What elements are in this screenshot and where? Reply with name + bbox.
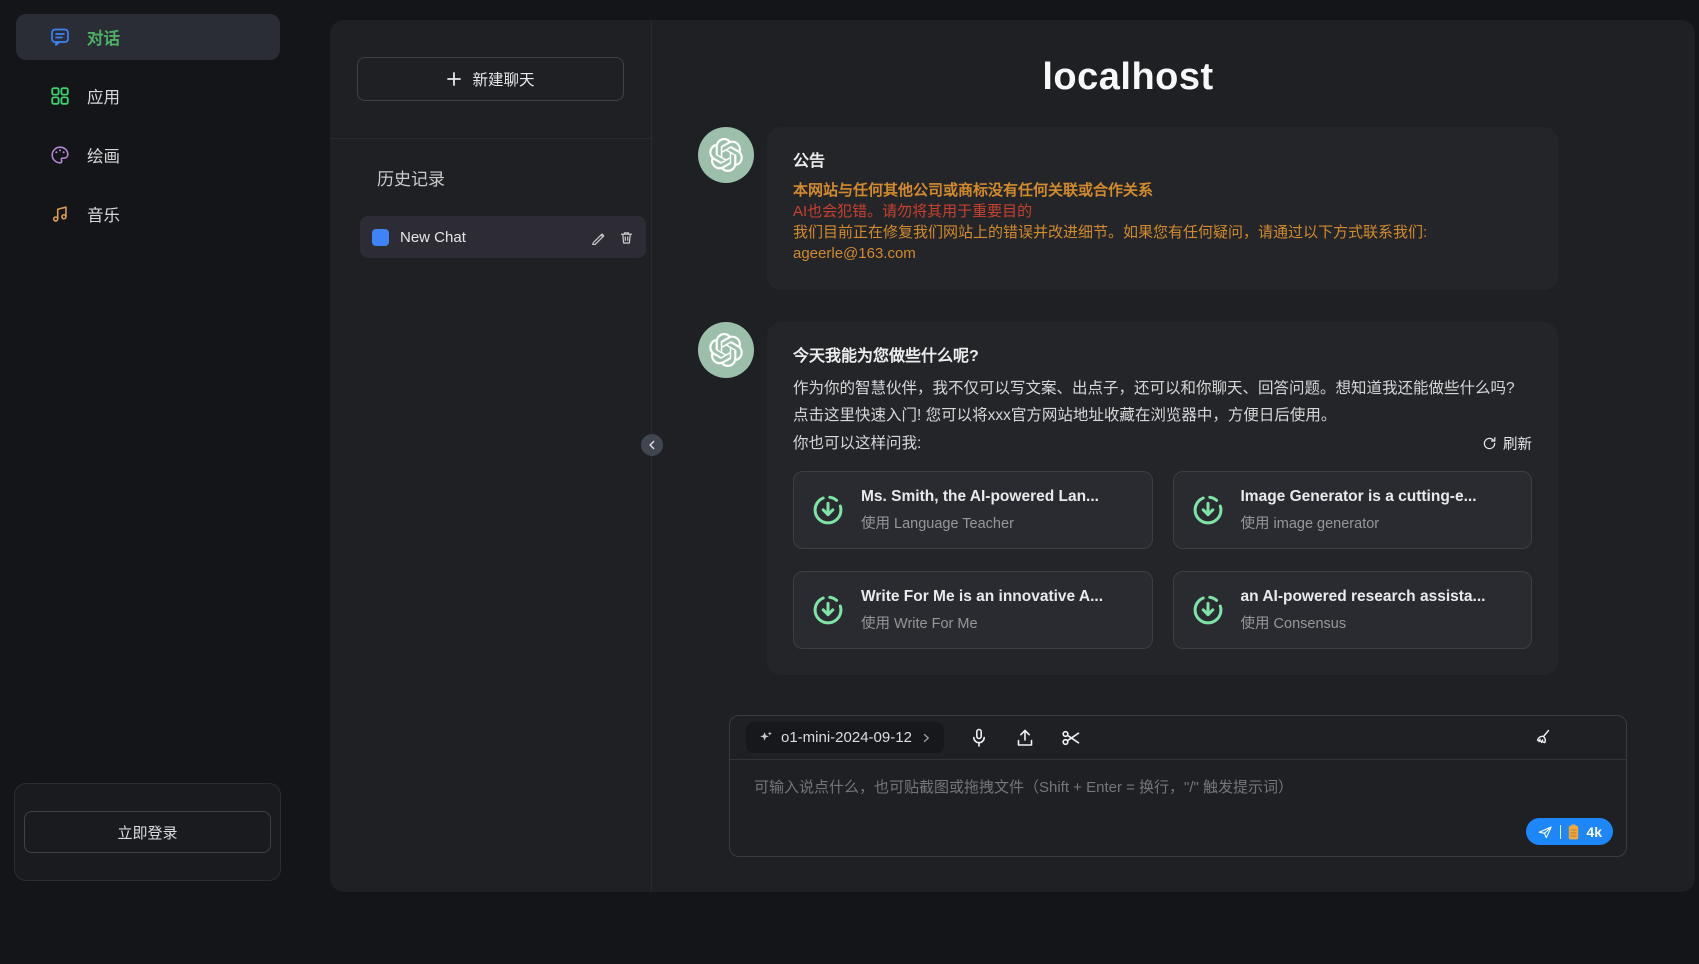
suggestion-subtitle: 使用 Consensus: [1241, 612, 1486, 633]
announcement-heading: 公告: [793, 147, 1532, 171]
model-label: o1-mini-2024-09-12: [781, 729, 912, 746]
sidebar-item-chat[interactable]: 对话: [16, 14, 280, 60]
openai-avatar: [698, 322, 754, 378]
composer-toolbar: o1-mini-2024-09-12: [730, 716, 1626, 760]
openai-avatar: [698, 127, 754, 183]
login-panel: 立即登录: [14, 783, 281, 881]
sparkle-icon: [758, 730, 773, 745]
circle-download-icon: [1190, 492, 1226, 528]
circle-download-icon: [810, 592, 846, 628]
divider: [330, 138, 651, 139]
welcome-body: 作为你的智慧伙伴，我不仅可以写文案、出点子，还可以和你聊天、回答问题。想知道我还…: [793, 375, 1532, 429]
suggestion-text: Image Generator is a cutting-e... 使用 ima…: [1241, 488, 1477, 533]
chat-item-actions: [591, 230, 634, 245]
suggestion-text: an AI-powered research assista... 使用 Con…: [1241, 588, 1486, 633]
sidebar-item-apps[interactable]: 应用: [16, 73, 280, 119]
suggestion-title: Image Generator is a cutting-e...: [1241, 488, 1477, 506]
music-note-icon: [49, 203, 71, 225]
message-input[interactable]: [730, 760, 1626, 822]
battery-icon: [1568, 824, 1579, 840]
circle-download-icon: [1190, 592, 1226, 628]
announcement-line: 本网站与任何其他公司或商标没有任何关联或合作关系: [793, 180, 1532, 201]
composer: o1-mini-2024-09-12: [729, 715, 1627, 857]
chevron-left-icon: [645, 438, 659, 452]
suggestion-subtitle: 使用 Language Teacher: [861, 512, 1099, 533]
collapse-panel-button[interactable]: [641, 434, 663, 456]
token-badge: 4k: [1586, 824, 1602, 840]
edit-icon[interactable]: [591, 230, 606, 245]
chat-bubble-icon: [49, 26, 71, 48]
announcement-email: ageerle@163.com: [793, 243, 1532, 264]
send-divider: [1560, 825, 1562, 839]
history-title: 历史记录: [377, 165, 624, 190]
sidebar-item-label: 绘画: [87, 143, 120, 167]
welcome-heading: 今天我能为您做些什么呢?: [793, 342, 1532, 366]
refresh-suggestions-button[interactable]: 刷新: [1482, 433, 1532, 454]
suggestion-card[interactable]: Image Generator is a cutting-e... 使用 ima…: [1173, 471, 1533, 549]
sidebar-item-drawing[interactable]: 绘画: [16, 132, 280, 178]
microphone-button[interactable]: [968, 727, 990, 749]
send-button[interactable]: 4k: [1526, 818, 1613, 845]
suggestion-card[interactable]: Ms. Smith, the AI-powered Lan... 使用 Lang…: [793, 471, 1153, 549]
model-selector[interactable]: o1-mini-2024-09-12: [746, 722, 944, 753]
hint-row: 你也可以这样问我: 刷新: [793, 430, 1532, 457]
suggestion-title: Ms. Smith, the AI-powered Lan...: [861, 488, 1099, 506]
sidebar-item-music[interactable]: 音乐: [16, 191, 280, 237]
refresh-icon: [1482, 436, 1497, 451]
sidebar-item-label: 音乐: [87, 202, 120, 226]
welcome-bubble: 今天我能为您做些什么呢? 作为你的智慧伙伴，我不仅可以写文案、出点子，还可以和你…: [767, 322, 1558, 675]
suggestion-text: Write For Me is an innovative A... 使用 Wr…: [861, 588, 1103, 633]
delete-icon[interactable]: [619, 230, 634, 245]
refresh-label: 刷新: [1503, 433, 1532, 454]
clear-broom-button[interactable]: [1532, 727, 1554, 749]
chat-item-icon: [372, 229, 389, 246]
sidebar-item-label: 应用: [87, 84, 120, 108]
grid-icon: [49, 85, 71, 107]
circle-download-icon: [810, 492, 846, 528]
chat-list-item[interactable]: New Chat: [360, 216, 646, 258]
suggestion-title: an AI-powered research assista...: [1241, 588, 1486, 606]
workspace-card: 新建聊天 历史记录 New Chat: [330, 20, 1695, 892]
announcement-line: 我们目前正在修复我们网站上的错误并改进细节。如果您有任何疑问，请通过以下方式联系…: [793, 222, 1532, 243]
suggestion-grid: Ms. Smith, the AI-powered Lan... 使用 Lang…: [793, 471, 1532, 649]
new-chat-label: 新建聊天: [472, 68, 534, 90]
main-content: localhost 公告 本网站与任何其他公司或商标没有任何关联或合作关系 AI…: [652, 20, 1695, 892]
login-button[interactable]: 立即登录: [24, 811, 271, 853]
suggestion-text: Ms. Smith, the AI-powered Lan... 使用 Lang…: [861, 488, 1099, 533]
announcement-line: AI也会犯错。请勿将其用于重要目的: [793, 201, 1532, 222]
new-chat-button[interactable]: 新建聊天: [357, 57, 624, 101]
scissors-button[interactable]: [1060, 727, 1082, 749]
ask-hint: 你也可以这样问我:: [793, 430, 921, 457]
suggestion-title: Write For Me is an innovative A...: [861, 588, 1103, 606]
sidebar-item-label: 对话: [87, 25, 120, 49]
composer-input-zone: 4k: [730, 760, 1626, 856]
suggestion-subtitle: 使用 Write For Me: [861, 612, 1103, 633]
chat-item-title: New Chat: [400, 229, 580, 246]
sidebar: 对话 应用 绘画: [0, 0, 296, 964]
message-welcome: 今天我能为您做些什么呢? 作为你的智慧伙伴，我不仅可以写文案、出点子，还可以和你…: [698, 322, 1558, 675]
suggestion-subtitle: 使用 image generator: [1241, 512, 1477, 533]
chat-list-panel: 新建聊天 历史记录 New Chat: [330, 20, 652, 892]
suggestion-card[interactable]: Write For Me is an innovative A... 使用 Wr…: [793, 571, 1153, 649]
upload-button[interactable]: [1014, 727, 1036, 749]
paper-plane-icon: [1537, 824, 1553, 840]
message-announcement: 公告 本网站与任何其他公司或商标没有任何关联或合作关系 AI也会犯错。请勿将其用…: [698, 127, 1558, 290]
announcement-bubble: 公告 本网站与任何其他公司或商标没有任何关联或合作关系 AI也会犯错。请勿将其用…: [767, 127, 1558, 290]
plus-icon: [446, 71, 462, 87]
palette-icon: [49, 144, 71, 166]
chevron-right-icon: [920, 732, 932, 744]
page-title: localhost: [698, 56, 1558, 99]
suggestion-card[interactable]: an AI-powered research assista... 使用 Con…: [1173, 571, 1533, 649]
